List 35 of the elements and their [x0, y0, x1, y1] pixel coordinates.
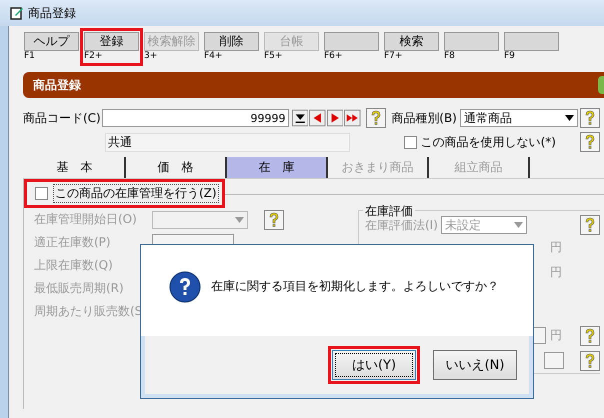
function-key-label: F2+ [84, 51, 104, 62]
dialog-button[interactable]: はい(Y) [332, 350, 416, 380]
checkbox-label: この商品の在庫管理を行う(Z) [53, 184, 219, 203]
toolbar-button[interactable]: 削除 [204, 32, 259, 51]
group-title: 在庫評価 [363, 203, 415, 220]
unit-label: 円 [550, 239, 563, 256]
header-title: 商品登録 [33, 76, 81, 94]
function-key-label: 3+ [144, 51, 158, 62]
function-key-label: F1 [24, 51, 36, 62]
field-label: 商品コード(C) [23, 110, 101, 126]
tab[interactable]: 在 庫 [227, 157, 328, 178]
field-label: 在庫評価法(I) [365, 217, 438, 234]
function-key-label: F9 [504, 51, 516, 62]
product-type-select[interactable]: 通常商品 [460, 109, 578, 127]
function-key-label: F4+ [204, 51, 224, 62]
field-label: 在庫管理開始日(O) [34, 211, 138, 228]
window-title: 商品登録 [28, 4, 76, 22]
field-label: 最低販売周期(R) [34, 280, 125, 297]
dialog-button[interactable]: いいえ(N) [433, 350, 517, 380]
field-label: 商品種別(B) [391, 110, 457, 126]
toolbar-button[interactable]: 検索 [384, 32, 439, 51]
product-code-field[interactable]: 99999 [102, 109, 289, 127]
toolbar-button[interactable]: 登録 [84, 32, 139, 51]
product-group-field: 共通 [105, 132, 350, 152]
function-key-label: F6+ [324, 51, 344, 62]
unit-label: 円 [550, 327, 563, 344]
dialog-message: 在庫に関する項目を初期化します。よろしいですか？ [211, 278, 499, 295]
field-label: 上限在庫数(Q) [34, 257, 114, 274]
function-key-label: F8 [444, 51, 456, 62]
function-key-label: F5+ [264, 51, 284, 62]
field-label: 適正在庫数(P) [34, 234, 112, 251]
toolbar-button[interactable]: ヘルプ [24, 32, 79, 51]
checkbox-label: この商品を使用しない(*) [420, 134, 556, 150]
unit-label: 円 [550, 264, 563, 281]
function-key-label: F7+ [384, 51, 404, 62]
